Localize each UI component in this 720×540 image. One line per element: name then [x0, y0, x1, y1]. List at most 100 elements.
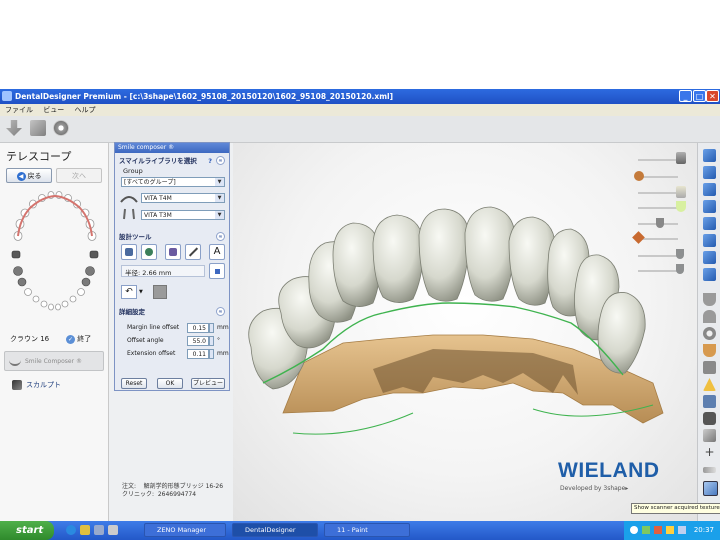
group-select[interactable]: [すべてのグループ] ▼: [121, 177, 225, 187]
title-bar[interactable]: DentalDesigner Premium - [c:\3shape\1602…: [0, 89, 720, 104]
undo-dropdown-icon[interactable]: ▼: [139, 289, 143, 295]
radius-settings-icon[interactable]: [209, 263, 225, 279]
close-button[interactable]: ✕: [706, 90, 719, 102]
smooth-tool-icon[interactable]: [141, 244, 157, 260]
box-view-icon[interactable]: [703, 217, 716, 230]
clock: 20:37: [693, 526, 714, 534]
extension-offset-stepper[interactable]: [209, 349, 214, 359]
help-icon[interactable]: ?: [208, 156, 212, 166]
network-icon[interactable]: [630, 526, 638, 534]
offset-angle-input[interactable]: 55.0: [187, 336, 209, 346]
tooth-gray-icon[interactable]: [703, 361, 716, 374]
offset-angle-stepper[interactable]: [209, 336, 214, 346]
tooth-icon: [48, 303, 54, 311]
document-icon[interactable]: [30, 120, 46, 136]
knife-tool-icon[interactable]: [185, 244, 201, 260]
disc-icon[interactable]: [53, 120, 69, 136]
smile-composer-step[interactable]: Smile Composer ®: [4, 351, 104, 371]
ok-button[interactable]: OK: [157, 378, 183, 389]
dental-arch-chart[interactable]: [6, 191, 102, 323]
add-material-tool-icon[interactable]: [121, 244, 137, 260]
sculpt-step[interactable]: スカルプト: [12, 380, 61, 390]
collapse-icon[interactable]: ≈: [216, 232, 225, 241]
preview-button[interactable]: プレビュー: [191, 378, 225, 389]
collapse-icon[interactable]: ≈: [216, 307, 225, 316]
cross-icon[interactable]: +: [703, 446, 716, 459]
taskbar: start ZENO Manager DentalDesigner 11 - P…: [0, 521, 720, 540]
slider-track[interactable]: [638, 255, 678, 257]
task-paint[interactable]: 11 - Paint: [324, 523, 410, 537]
reset-button[interactable]: Reset: [121, 378, 147, 389]
tray-app-icon[interactable]: [666, 526, 674, 534]
task-dentaldesigner[interactable]: DentalDesigner: [232, 523, 318, 537]
slider-thumb[interactable]: [676, 249, 684, 259]
library-select-2[interactable]: VITA T3M ▼: [141, 210, 225, 220]
undo-button[interactable]: ↶: [121, 285, 137, 299]
extension-offset-input[interactable]: 0.11: [187, 349, 209, 359]
next-button[interactable]: 次へ: [56, 168, 102, 183]
back-button[interactable]: ◀ 戻る: [6, 168, 52, 183]
margin-line-offset-input[interactable]: 0.15: [187, 323, 209, 333]
slider-track[interactable]: [638, 159, 678, 161]
download-arrow-icon[interactable]: [6, 120, 22, 136]
design-tools-header[interactable]: 設計ツール ≈: [119, 232, 225, 242]
texture-icon[interactable]: [703, 481, 718, 496]
slider-thumb[interactable]: [676, 264, 684, 274]
box-view-icon[interactable]: [703, 234, 716, 247]
redo-button[interactable]: [153, 285, 167, 299]
slider-track[interactable]: [638, 192, 678, 194]
library-select-1[interactable]: VITA T4M ▼: [141, 193, 225, 203]
order-info: 注文: 解剖学的形態ブリッジ 16-26 クリニック: 2646994774: [122, 483, 223, 499]
offset-angle-label: Offset angle: [127, 337, 164, 344]
crown-icon: [418, 208, 470, 302]
tooth-gray-icon[interactable]: [703, 293, 716, 306]
screen-icon[interactable]: [703, 395, 716, 408]
crown-icon: [464, 206, 516, 302]
detail-settings-header[interactable]: 詳細設定 ≈: [119, 307, 225, 317]
box-view-icon[interactable]: [703, 200, 716, 213]
group-select-value: [すべてのグループ]: [124, 179, 176, 186]
tooth-gray-icon[interactable]: [703, 310, 716, 323]
box-view-icon[interactable]: [703, 149, 716, 162]
minimize-button[interactable]: _: [679, 90, 692, 102]
slider-track[interactable]: [638, 270, 678, 272]
desktop-icon[interactable]: [94, 525, 104, 535]
tray-app-icon[interactable]: [642, 526, 650, 534]
box-view-icon[interactable]: [703, 183, 716, 196]
menu-view[interactable]: ビュー: [43, 106, 64, 114]
volume-icon[interactable]: [678, 526, 686, 534]
task-zeno-manager[interactable]: ZENO Manager: [144, 523, 226, 537]
finish-button[interactable]: ✓ 終了: [66, 334, 91, 344]
app-icon[interactable]: [108, 525, 118, 535]
box-view-icon[interactable]: [703, 251, 716, 264]
remove-material-tool-icon[interactable]: [165, 244, 181, 260]
slider-track[interactable]: [638, 176, 678, 178]
warning-icon[interactable]: [703, 378, 716, 391]
tray-app-icon[interactable]: [654, 526, 662, 534]
radius-field[interactable]: 半径: 2.66 mm: [121, 265, 205, 277]
menu-file[interactable]: ファイル: [5, 106, 33, 114]
library-1-value: VITA T4M: [144, 195, 172, 202]
maximize-button[interactable]: □: [693, 90, 706, 102]
collapse-icon[interactable]: ≈: [216, 156, 225, 165]
slider-thumb[interactable]: [656, 218, 664, 228]
library-section-header[interactable]: スマイルライブラリを選択 ? ≈: [119, 156, 225, 166]
ruler-icon[interactable]: [703, 467, 716, 473]
ie-icon[interactable]: [66, 525, 76, 535]
order-value: 解剖学的形態ブリッジ 16-26: [143, 483, 224, 490]
margin-line-offset-stepper[interactable]: [209, 323, 214, 333]
slider-track[interactable]: [638, 207, 678, 209]
clinic-value: 2646994774: [157, 491, 197, 498]
box-view-icon[interactable]: [703, 166, 716, 179]
menu-help[interactable]: ヘルプ: [74, 106, 95, 114]
gear-icon[interactable]: [703, 327, 716, 340]
folder-icon[interactable]: [80, 525, 90, 535]
tooth-orange-icon[interactable]: [703, 344, 716, 357]
cube-icon[interactable]: [703, 429, 716, 442]
crown-icon: [597, 292, 646, 374]
text-tool-icon[interactable]: A: [209, 244, 225, 260]
workflow-panel: テレスコープ ◀ 戻る 次へ クラウン 16 ✓ 終了 Smile Compos…: [0, 143, 109, 521]
box-view-icon[interactable]: [703, 268, 716, 281]
camera-icon[interactable]: [703, 412, 716, 425]
start-button[interactable]: start: [0, 521, 54, 540]
